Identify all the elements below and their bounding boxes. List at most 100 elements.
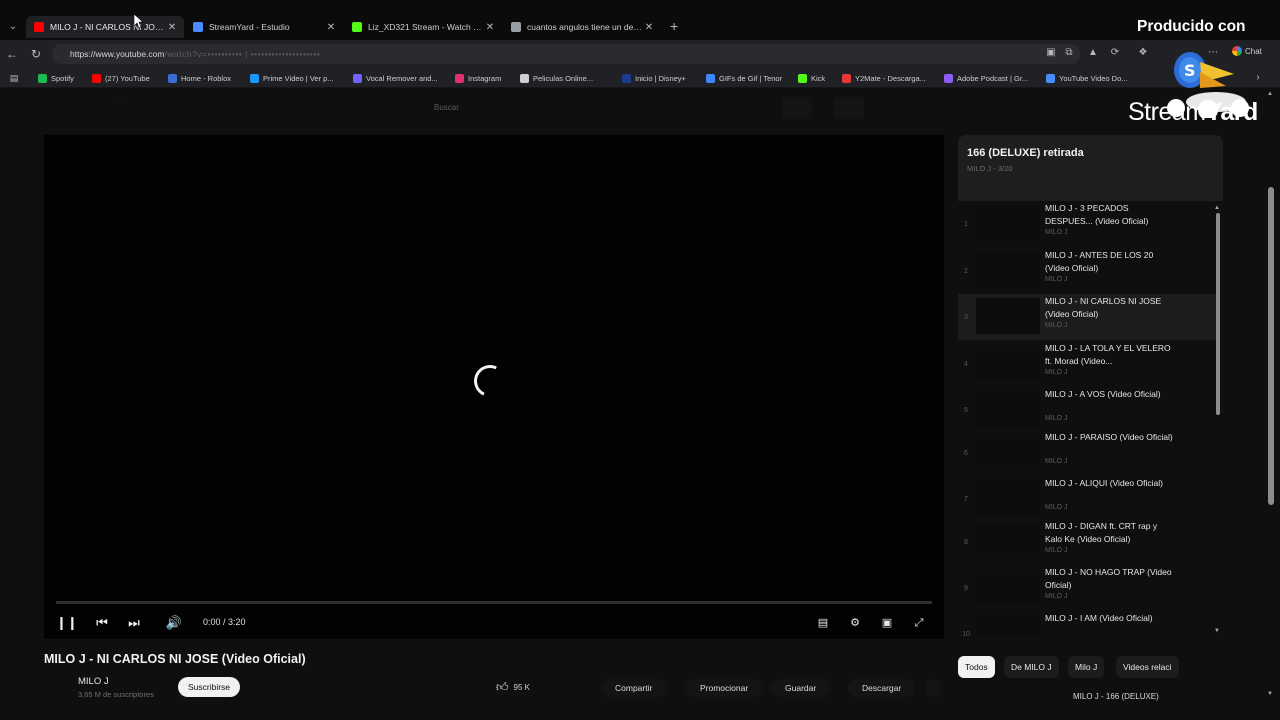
- reload-icon[interactable]: ↻: [28, 46, 44, 62]
- browser-tab[interactable]: Liz_XD321 Stream - Watch Live on✕: [344, 16, 502, 38]
- back-icon[interactable]: ←: [4, 46, 20, 62]
- page-scrollbar-thumb[interactable]: [1268, 187, 1274, 505]
- like-button[interactable]: 👍︎ 95 K: [496, 677, 530, 697]
- subtitles-icon[interactable]: ▤: [815, 615, 831, 631]
- playlist-item[interactable]: 7 MILO J - ALIQUI (Video Oficial) MILO J: [958, 476, 1216, 522]
- playlist-item-thumbnail[interactable]: [976, 480, 1040, 516]
- bookmark-label: (27) YouTube: [105, 73, 150, 83]
- subscriber-count: 3,65 M de suscriptores: [78, 690, 154, 699]
- fullscreen-icon[interactable]: ⤢: [911, 615, 927, 631]
- video-player[interactable]: ❙❙ ⏮ ⏭ 🔊 0:00 / 3:20 ▤ ⚙ ▣ ⤢: [44, 135, 944, 639]
- tab-close-icon[interactable]: ✕: [166, 22, 178, 33]
- refresh-extension-icon[interactable]: ⟳: [1108, 46, 1122, 60]
- playlist-item-thumbnail[interactable]: [976, 252, 1040, 288]
- header-button[interactable]: [782, 97, 812, 119]
- bookmark-label: GIFs de Gif | Tenor: [719, 73, 783, 83]
- extensions-puzzle-icon[interactable]: ❖: [1136, 46, 1150, 60]
- time-display: 0:00 / 3:20: [203, 617, 246, 627]
- bookmark-item[interactable]: Spotify: [38, 72, 74, 84]
- page-scroll-up-icon[interactable]: ▲: [1267, 91, 1273, 97]
- bookmark-item[interactable]: Prime Video | Ver p...: [250, 72, 334, 84]
- playlist-item-title: MILO J - I AM (Video Oficial): [1045, 613, 1153, 623]
- playlist-item-thumbnail[interactable]: [976, 298, 1040, 334]
- bookmark-label: Prime Video | Ver p...: [263, 73, 334, 83]
- bookmark-item[interactable]: Vocal Remover and...: [353, 72, 438, 84]
- extension-icon[interactable]: ▲: [1086, 46, 1100, 60]
- browser-tab[interactable]: cuantos angulos tiene un decagon✕: [503, 16, 661, 38]
- bookmark-item[interactable]: Inicio | Disney+: [622, 72, 686, 84]
- scroll-up-icon[interactable]: ▲: [1214, 205, 1220, 211]
- promote-button[interactable]: Promocionar: [686, 679, 763, 697]
- playlist-item-thumbnail[interactable]: [976, 569, 1040, 605]
- playlist-item[interactable]: 10MILO J - I AM (Video Oficial)MILO J: [958, 611, 1216, 637]
- subscribe-button[interactable]: Suscribirse: [178, 677, 241, 697]
- channel-name[interactable]: MILO J: [78, 676, 109, 687]
- open-in-app-icon[interactable]: ⧉: [1062, 46, 1076, 60]
- address-host: https://www.youtube.com: [70, 49, 165, 59]
- playlist-item[interactable]: 5 MILO J - A VOS (Video Oficial) MILO J: [958, 387, 1216, 433]
- apps-icon[interactable]: ▤: [6, 70, 22, 86]
- tab-close-icon[interactable]: ✕: [643, 22, 655, 33]
- playlist-item[interactable]: 6 MILO J - PARAISO (Video Oficial) MILO J: [958, 430, 1216, 476]
- chip-all[interactable]: Todos: [958, 656, 995, 678]
- tab-favicon-icon: [352, 22, 362, 32]
- bookmark-item[interactable]: GIFs de Gif | Tenor: [706, 72, 782, 84]
- playlist-item-channel: MILO J: [1045, 593, 1068, 600]
- miniplayer-icon[interactable]: ▣: [879, 615, 895, 631]
- playlist-item-thumbnail[interactable]: [976, 345, 1040, 381]
- next-video-title[interactable]: MILO J - 166 (DELUXE): [1073, 692, 1159, 701]
- volume-icon[interactable]: 🔊: [165, 615, 183, 631]
- tab-close-icon[interactable]: ✕: [484, 22, 496, 33]
- bookmark-label: Adobe Podcast | Gr...: [957, 73, 1029, 83]
- playlist-item-thumbnail[interactable]: [976, 205, 1040, 241]
- playlist-item-thumbnail[interactable]: [976, 391, 1040, 427]
- playlist-item-title: MILO J - A VOS (Video Oficial): [1045, 389, 1161, 399]
- bookmark-item[interactable]: Peliculas Online...: [520, 72, 593, 84]
- header-button[interactable]: [834, 97, 864, 119]
- settings-gear-icon[interactable]: ⚙: [847, 615, 863, 631]
- browser-tab[interactable]: StreamYard - Estudio ✕: [185, 16, 343, 38]
- share-button[interactable]: Compartir: [601, 679, 667, 697]
- more-actions-button[interactable]: [925, 679, 941, 697]
- page-scroll-down-icon[interactable]: ▼: [1267, 691, 1273, 697]
- chip-related[interactable]: Videos relaci: [1116, 656, 1179, 678]
- progress-bar[interactable]: [56, 601, 932, 604]
- save-button[interactable]: Guardar: [771, 679, 831, 697]
- bookmark-label: Y2Mate - Descarga...: [855, 73, 926, 83]
- playlist-title[interactable]: 166 (DELUXE) retirada: [967, 147, 1084, 159]
- playlist-scrollbar-thumb[interactable]: [1216, 213, 1220, 415]
- install-app-icon[interactable]: ▣: [1044, 46, 1058, 60]
- tab-search-icon[interactable]: ⌄: [4, 18, 22, 36]
- tab-title: StreamYard - Estudio: [209, 22, 290, 32]
- new-tab-icon[interactable]: +: [670, 18, 678, 34]
- address-bar[interactable]: https://www.youtube.com/watch?v=••••••••…: [52, 44, 1080, 64]
- playlist-item[interactable]: 3 MILO J - NI CARLOS NI JOSE (Video Ofici…: [958, 294, 1216, 340]
- previous-icon[interactable]: ⏮: [93, 615, 111, 631]
- chip-milo-j[interactable]: Milo J: [1068, 656, 1105, 678]
- pause-icon[interactable]: ❙❙: [56, 615, 78, 631]
- bookmark-item[interactable]: Adobe Podcast | Gr...: [944, 72, 1028, 84]
- browser-tab[interactable]: MILO J - NI CARLOS NI JOSE (Vide✕: [26, 16, 184, 38]
- search-input[interactable]: Buscar: [434, 103, 459, 112]
- bookmark-item[interactable]: Kick: [798, 72, 825, 84]
- playlist-item[interactable]: 1 MILO J - 3 PECADOS DESPUES... (Video Of…: [958, 201, 1216, 247]
- channel-avatar[interactable]: [44, 675, 70, 701]
- chip-from-channel[interactable]: De MILO J: [1004, 656, 1059, 678]
- bookmark-item[interactable]: Y2Mate - Descarga...: [842, 72, 926, 84]
- next-icon[interactable]: ⏭: [125, 615, 143, 631]
- download-button[interactable]: Descargar: [848, 679, 916, 697]
- playlist-item[interactable]: 2 MILO J - ANTES DE LOS 20 (Video Oficial…: [958, 248, 1216, 294]
- tab-favicon-icon: [34, 22, 44, 32]
- playlist-item-thumbnail[interactable]: [976, 523, 1040, 559]
- playlist-item[interactable]: 4 MILO J - LA TOLA Y EL VELERO ft. Morad …: [958, 341, 1216, 387]
- playlist-item[interactable]: 8 MILO J - DIGAN ft. CRT rap y Kalo Ke (V…: [958, 519, 1216, 565]
- playlist-item[interactable]: 9 MILO J - NO HAGO TRAP (Video Oficial) MI…: [958, 565, 1216, 611]
- bookmark-item[interactable]: Home - Roblox: [168, 72, 231, 84]
- bookmark-item[interactable]: YouTube Video Do...: [1046, 72, 1128, 84]
- tab-close-icon[interactable]: ✕: [325, 22, 337, 33]
- playlist-item-thumbnail[interactable]: [976, 434, 1040, 470]
- bookmark-item[interactable]: Instagram: [455, 72, 501, 84]
- bookmark-item[interactable]: (27) YouTube: [92, 72, 150, 84]
- scroll-down-icon[interactable]: ▼: [1214, 628, 1220, 634]
- playlist-item-thumbnail[interactable]: [976, 615, 1040, 637]
